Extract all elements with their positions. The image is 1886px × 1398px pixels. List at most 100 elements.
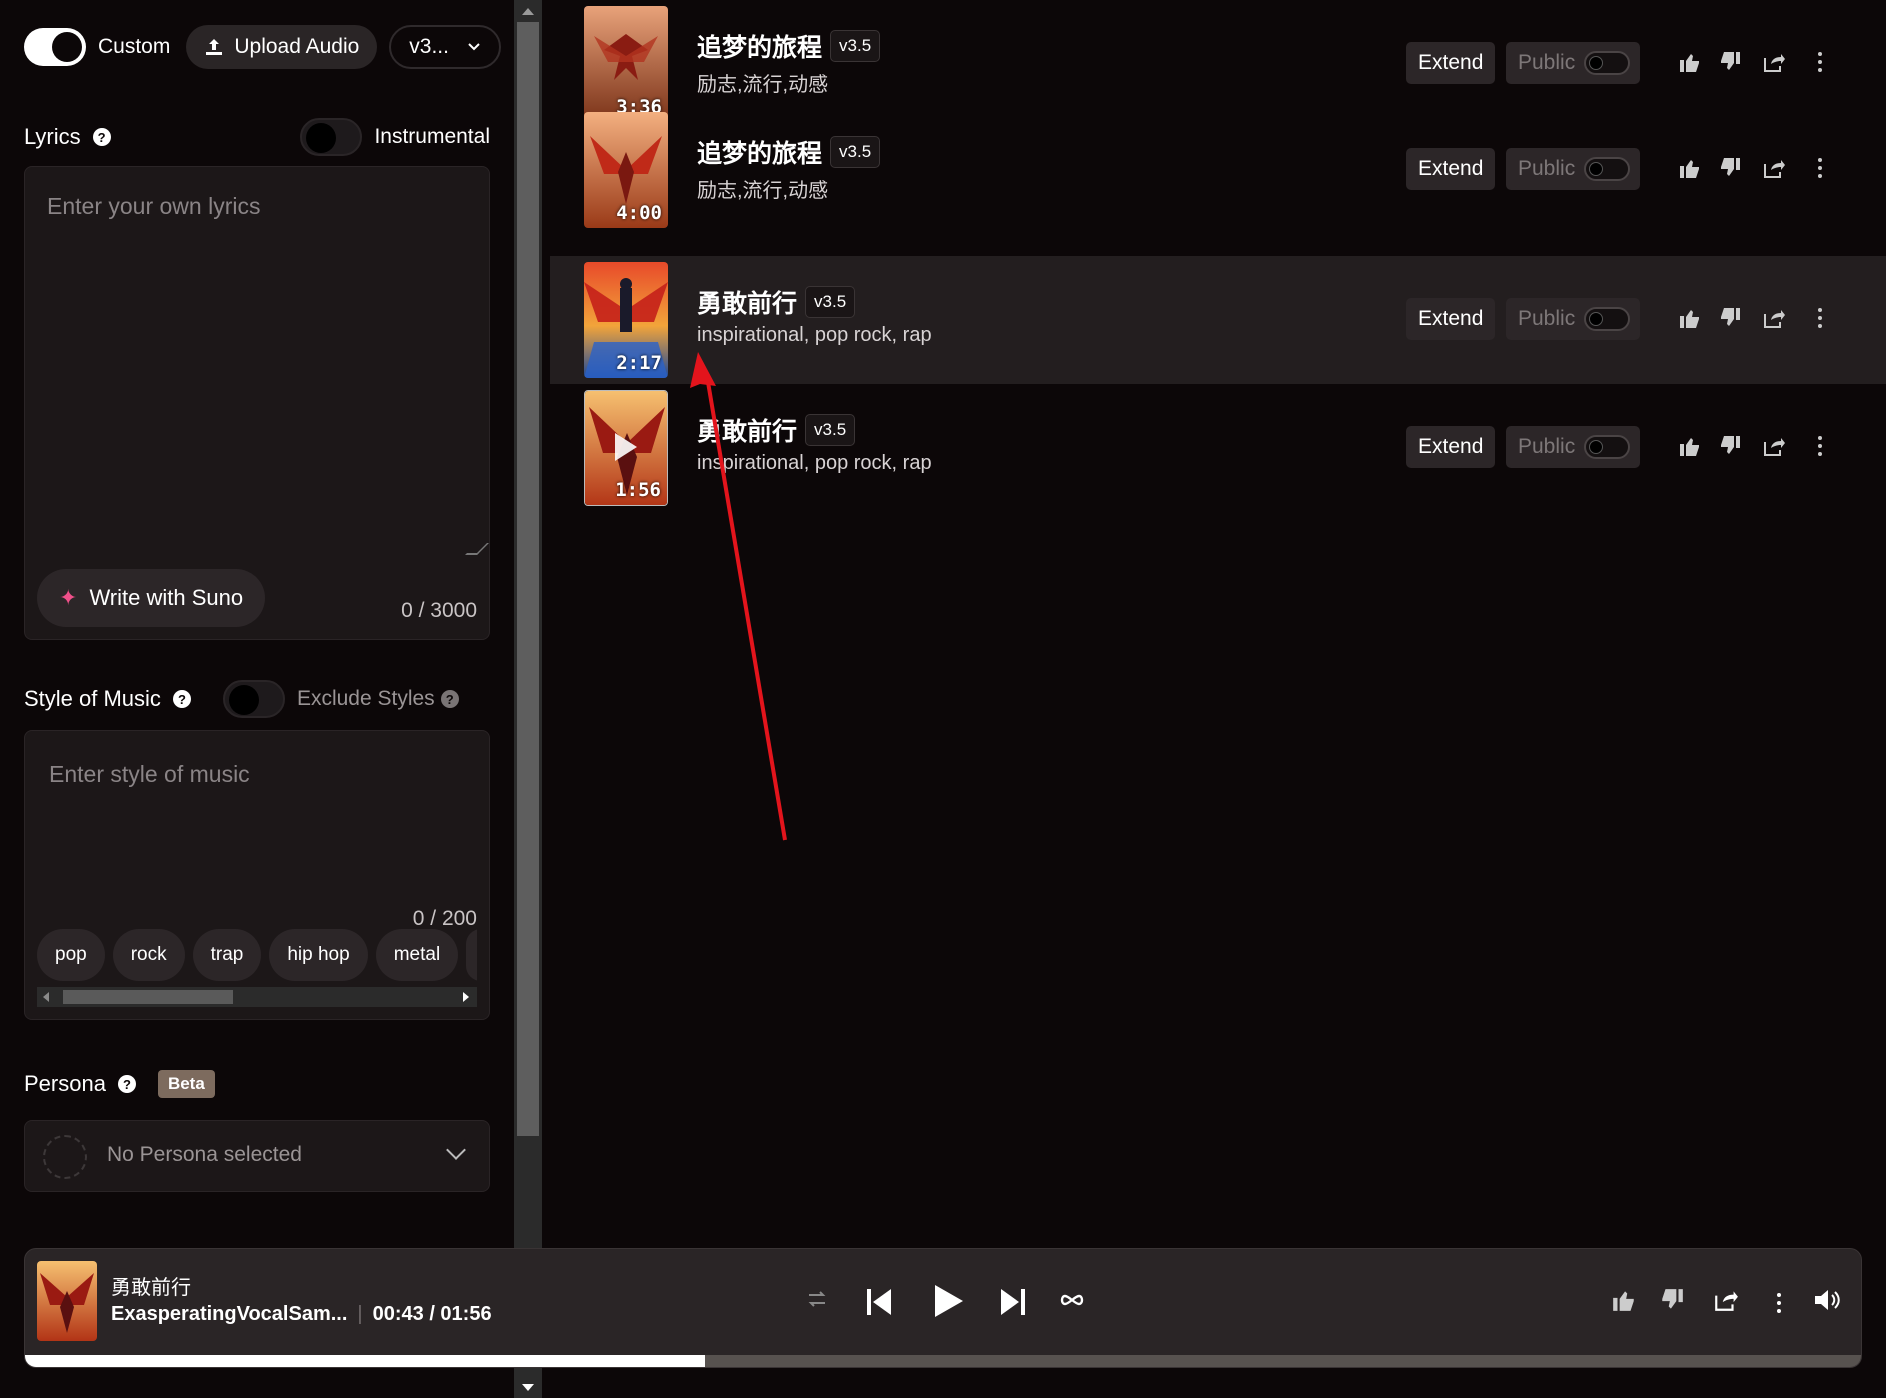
song-row[interactable]: 1:56 勇敢前行 v3.5 inspirational, pop rock, … — [550, 384, 1886, 512]
exclude-styles-label: Exclude Styles — [296, 687, 435, 710]
progress-bar[interactable] — [25, 1355, 1861, 1367]
more-icon[interactable] — [1806, 304, 1834, 332]
public-toggle[interactable]: Public — [1506, 298, 1640, 340]
song-title[interactable]: 勇敢前行 — [697, 412, 797, 448]
more-icon[interactable] — [1777, 1293, 1781, 1313]
panel-scrollbar-thumb[interactable] — [517, 22, 539, 1136]
thumbs-up-icon[interactable] — [1676, 48, 1704, 76]
previous-icon[interactable] — [865, 1287, 893, 1317]
share-icon[interactable] — [1760, 154, 1788, 182]
extend-button[interactable]: Extend — [1406, 426, 1496, 468]
song-duration: 2:17 — [616, 352, 662, 374]
style-tag[interactable]: rock — [112, 929, 185, 981]
thumbs-up-icon[interactable] — [1676, 432, 1704, 460]
scroll-down-icon[interactable] — [522, 1384, 534, 1391]
persona-avatar — [43, 1135, 87, 1179]
style-textarea[interactable]: Enter style of music 0 / 200 pop rock tr… — [24, 730, 490, 1020]
song-title[interactable]: 追梦的旅程 — [697, 134, 822, 170]
help-icon[interactable]: ? — [440, 690, 459, 708]
help-icon[interactable]: ? — [117, 1075, 136, 1093]
persona-header: Persona ? Beta — [24, 1070, 215, 1098]
public-switch[interactable] — [1584, 435, 1630, 459]
song-cover[interactable]: 3:36 — [584, 6, 668, 122]
upload-audio-button[interactable]: Upload Audio — [186, 25, 378, 69]
custom-toggle[interactable] — [24, 28, 86, 66]
model-select-value: v3... — [409, 35, 449, 58]
song-title[interactable]: 勇敢前行 — [697, 284, 797, 320]
public-switch[interactable] — [1584, 307, 1630, 331]
player-artist[interactable]: ExasperatingVocalSam... — [111, 1303, 347, 1326]
model-select[interactable]: v3... — [389, 25, 502, 69]
resize-handle[interactable] — [465, 543, 489, 555]
style-tag-list: pop rock trap hip hop metal — [37, 929, 477, 981]
style-tag-overflow[interactable] — [466, 929, 477, 981]
next-icon[interactable] — [999, 1287, 1027, 1317]
public-toggle[interactable]: Public — [1506, 148, 1640, 190]
loop-icon[interactable] — [1059, 1287, 1085, 1313]
style-header: Style of Music ? Exclude Styles ? — [24, 680, 490, 718]
play-icon[interactable] — [615, 433, 637, 461]
instrumental-toggle[interactable] — [300, 118, 363, 156]
public-toggle[interactable]: Public — [1506, 42, 1640, 84]
more-icon[interactable] — [1806, 48, 1834, 76]
persona-placeholder: No Persona selected — [107, 1143, 302, 1166]
song-title[interactable]: 追梦的旅程 — [697, 28, 822, 64]
thumbs-up-icon[interactable] — [1676, 304, 1704, 332]
extend-button[interactable]: Extend — [1406, 298, 1496, 340]
scroll-up-icon[interactable] — [522, 8, 534, 15]
style-tag[interactable]: hip hop — [269, 929, 368, 981]
share-icon[interactable] — [1713, 1287, 1739, 1313]
panel-scrollbar[interactable] — [514, 0, 542, 1398]
create-panel: Custom Upload Audio v3... Lyrics ? Instr… — [0, 0, 514, 1398]
player-bar: 勇敢前行 ExasperatingVocalSam... | 00:43 / 0… — [24, 1248, 1862, 1368]
version-badge: v3.5 — [805, 414, 856, 446]
thumbs-down-icon[interactable] — [1716, 432, 1744, 460]
thumbs-down-icon[interactable] — [1716, 154, 1744, 182]
song-title-row: 勇敢前行 v3.5 — [697, 284, 856, 320]
tag-scrollbar[interactable] — [37, 987, 477, 1007]
tag-scrollbar-thumb[interactable] — [63, 990, 233, 1004]
song-row[interactable]: 4:00 追梦的旅程 v3.5 励志,流行,动感 Extend Public — [550, 106, 1886, 234]
help-icon[interactable]: ? — [172, 690, 191, 708]
extend-button[interactable]: Extend — [1406, 148, 1496, 190]
more-icon[interactable] — [1806, 432, 1834, 460]
player-title[interactable]: 勇敢前行 — [111, 1271, 191, 1300]
style-placeholder: Enter style of music — [49, 761, 250, 787]
player-cover[interactable] — [37, 1261, 97, 1341]
song-cover[interactable]: 1:56 — [584, 390, 668, 506]
public-switch[interactable] — [1584, 51, 1630, 75]
extend-button[interactable]: Extend — [1406, 42, 1496, 84]
persona-select[interactable]: No Persona selected — [24, 1120, 490, 1192]
lyrics-textarea[interactable]: Enter your own lyrics ✦ Write with Suno … — [24, 166, 490, 640]
share-icon[interactable] — [1760, 432, 1788, 460]
exclude-styles-toggle[interactable] — [222, 680, 285, 718]
song-tags: 励志,流行,动感 — [697, 180, 829, 202]
more-icon[interactable] — [1806, 154, 1834, 182]
share-icon[interactable] — [1760, 304, 1788, 332]
repeat-icon[interactable] — [805, 1287, 829, 1311]
help-icon[interactable]: ? — [92, 128, 111, 146]
player-separator: | — [357, 1303, 363, 1325]
thumbs-down-icon[interactable] — [1716, 304, 1744, 332]
public-toggle[interactable]: Public — [1506, 426, 1640, 468]
thumbs-up-icon[interactable] — [1611, 1287, 1637, 1313]
style-tag[interactable]: pop — [37, 929, 105, 981]
thumbs-up-icon[interactable] — [1676, 154, 1704, 182]
style-tag[interactable]: trap — [192, 929, 262, 981]
share-icon[interactable] — [1760, 48, 1788, 76]
style-tag[interactable]: metal — [375, 929, 459, 981]
create-top-bar: Custom Upload Audio v3... — [24, 24, 502, 70]
thumbs-down-icon[interactable] — [1716, 48, 1744, 76]
scroll-right-icon[interactable] — [463, 992, 469, 1002]
scroll-left-icon[interactable] — [43, 992, 49, 1002]
thumbs-down-icon[interactable] — [1659, 1287, 1685, 1313]
song-row[interactable]: 2:17 勇敢前行 v3.5 inspirational, pop rock, … — [550, 256, 1886, 384]
lyrics-placeholder: Enter your own lyrics — [47, 193, 261, 219]
volume-icon[interactable] — [1813, 1287, 1841, 1313]
write-with-suno-button[interactable]: ✦ Write with Suno — [37, 569, 266, 627]
play-icon[interactable] — [931, 1283, 965, 1319]
song-cover[interactable]: 2:17 — [584, 262, 668, 378]
song-tags: inspirational, pop rock, rap — [697, 324, 932, 346]
song-cover[interactable]: 4:00 — [584, 112, 668, 228]
public-switch[interactable] — [1584, 157, 1630, 181]
